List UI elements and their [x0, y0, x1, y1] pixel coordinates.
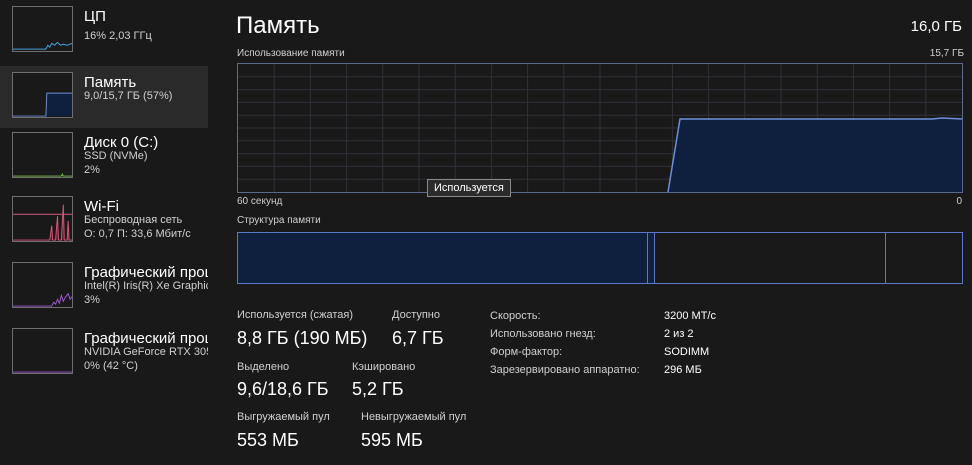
nonpaged-pool-label: Невыгружаемый пул — [361, 411, 467, 423]
available-label: Доступно — [392, 309, 441, 321]
graph-tooltip: Используется — [427, 179, 511, 197]
paged-pool-value: 553 МБ — [237, 430, 299, 450]
spec-reserved-label: Зарезервировано аппаратно: — [490, 364, 640, 376]
sidebar-item-title: Графический процессор 1 — [84, 330, 208, 347]
sidebar-item-subtitle: 9,0/15,7 ГБ (57%) — [84, 90, 173, 102]
sidebar-item-subtitle: Беспроводная сеть — [84, 214, 183, 226]
sidebar-item-cpu[interactable]: ЦП 16% 2,03 ГГц — [0, 0, 208, 62]
usage-area — [668, 119, 962, 192]
available-value: 6,7 ГБ — [392, 328, 444, 348]
nonpaged-pool-value: 595 МБ — [361, 430, 423, 450]
memory-total: 16,0 ГБ — [910, 18, 962, 35]
page-title: Память — [236, 12, 320, 39]
memory-structure-label: Структура памяти — [237, 215, 321, 226]
spec-slots-label: Использовано гнезд: — [490, 328, 596, 340]
committed-label: Выделено — [237, 361, 290, 373]
sidebar-item-title: Графический процессор 0 — [84, 264, 208, 281]
composition-standby[interactable] — [655, 233, 886, 283]
sidebar-item-title: Wi-Fi — [84, 198, 119, 215]
sidebar-item-wifi[interactable]: Wi-Fi Беспроводная сеть О: 0,7 П: 33,6 М… — [0, 190, 208, 252]
spec-speed-label: Скорость: — [490, 310, 541, 322]
committed-value: 9,6/18,6 ГБ — [237, 379, 329, 399]
sidebar-item-subtitle: Intel(R) Iris(R) Xe Graphics — [84, 280, 208, 292]
sidebar-item-detail: 2% — [84, 164, 100, 176]
sidebar-item-gpu-1[interactable]: Графический процессор 1 NVIDIA GeForce R… — [0, 322, 208, 384]
usage-graph-max: 15,7 ГБ — [929, 48, 964, 59]
performance-sidebar: ЦП 16% 2,03 ГГц Память 9,0/15,7 ГБ (57%)… — [0, 0, 208, 465]
memory-graph-icon — [12, 72, 73, 118]
sidebar-item-memory[interactable]: Память 9,0/15,7 ГБ (57%) — [0, 66, 208, 128]
sidebar-item-detail: 0% (42 °C) — [84, 360, 138, 372]
memory-details-panel: Память 16,0 ГБ Использование памяти 15,7… — [208, 0, 972, 465]
in-use-value: 8,8 ГБ (190 МБ) — [237, 328, 368, 348]
disk-graph-icon — [12, 132, 73, 178]
in-use-label: Используется (сжатая) — [237, 309, 354, 321]
sidebar-item-title: Память — [84, 74, 137, 91]
spec-form-factor-label: Форм-фактор: — [490, 346, 563, 358]
gpu-graph-icon — [12, 328, 73, 374]
wifi-graph-icon — [12, 196, 73, 242]
gpu-graph-icon — [12, 262, 73, 308]
sidebar-item-gpu-0[interactable]: Графический процессор 0 Intel(R) Iris(R)… — [0, 256, 208, 318]
memory-usage-graph-svg — [238, 64, 962, 192]
sidebar-item-subtitle: SSD (NVMe) — [84, 150, 148, 162]
sidebar-item-title: Диск 0 (C:) — [84, 134, 159, 151]
graph-axis-end: 0 — [956, 196, 962, 207]
cpu-graph-icon — [12, 6, 73, 52]
memory-composition-bar[interactable] — [237, 232, 963, 284]
composition-modified[interactable] — [648, 233, 655, 283]
usage-graph-label: Использование памяти — [237, 48, 345, 59]
composition-free[interactable] — [886, 233, 962, 283]
composition-in-use[interactable] — [238, 233, 648, 283]
sidebar-item-subtitle: NVIDIA GeForce RTX 3050 — [84, 346, 208, 358]
spec-reserved-value: 296 МБ — [664, 364, 702, 376]
cached-label: Кэшировано — [352, 361, 416, 373]
sidebar-item-detail: 3% — [84, 294, 100, 306]
graph-axis-start: 60 секунд — [237, 196, 283, 207]
spec-form-factor-value: SODIMM — [664, 346, 710, 358]
sidebar-item-title: ЦП — [84, 8, 106, 25]
task-manager-performance: ЦП 16% 2,03 ГГц Память 9,0/15,7 ГБ (57%)… — [0, 0, 972, 465]
spec-speed-value: 3200 МТ/с — [664, 310, 716, 322]
sidebar-item-detail: О: 0,7 П: 33,6 Мбит/с — [84, 228, 191, 240]
cached-value: 5,2 ГБ — [352, 379, 404, 399]
spec-slots-value: 2 из 2 — [664, 328, 694, 340]
paged-pool-label: Выгружаемый пул — [237, 411, 330, 423]
sidebar-item-disk[interactable]: Диск 0 (C:) SSD (NVMe) 2% — [0, 126, 208, 188]
memory-usage-graph[interactable] — [237, 63, 963, 193]
sidebar-item-subtitle: 16% 2,03 ГГц — [84, 30, 152, 42]
